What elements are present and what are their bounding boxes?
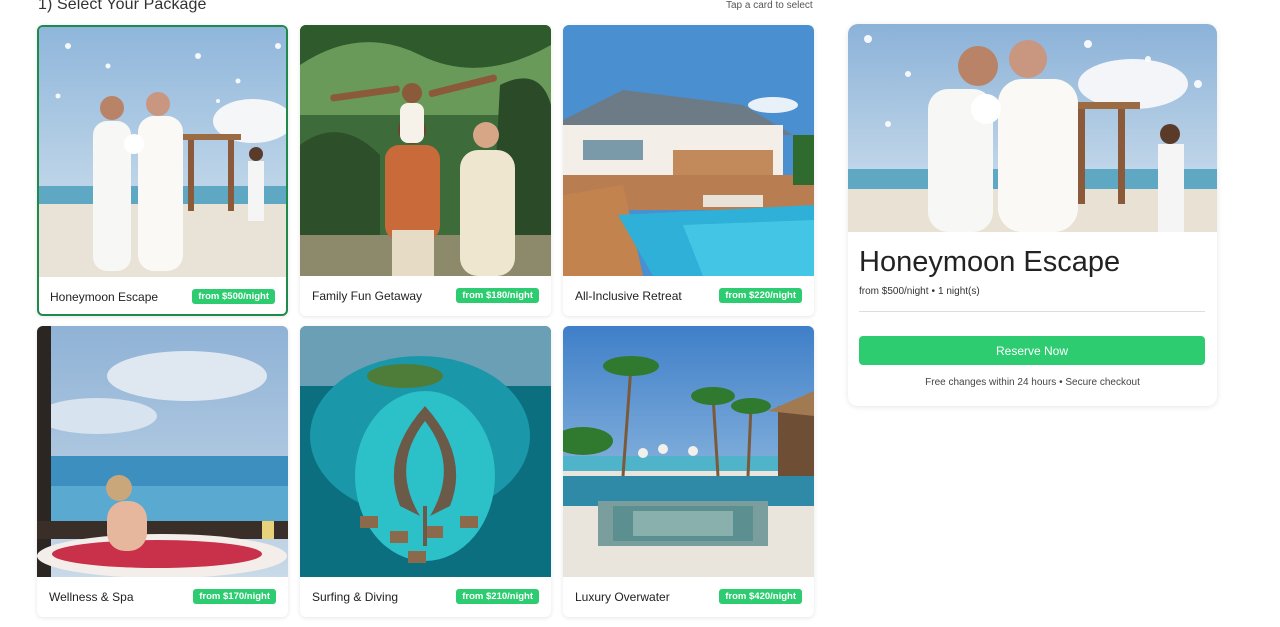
- package-name: Luxury Overwater: [575, 590, 670, 604]
- package-image: [563, 326, 814, 577]
- package-image: [563, 25, 814, 276]
- price-badge: from $210/night: [456, 589, 539, 604]
- package-name: Family Fun Getaway: [312, 289, 423, 303]
- meta-separator: •: [931, 286, 936, 297]
- package-image: [300, 25, 551, 276]
- package-image: [300, 326, 551, 577]
- package-name: All-Inclusive Retreat: [575, 289, 682, 303]
- package-card-family[interactable]: Family Fun Getaway from $180/night: [300, 25, 551, 316]
- summary-nights: 1 night(s): [938, 286, 980, 297]
- summary-price: from $500/night: [859, 286, 929, 297]
- package-image: [39, 27, 286, 277]
- reserve-now-button[interactable]: Reserve Now: [859, 336, 1205, 365]
- summary-title: Honeymoon Escape: [859, 246, 1121, 278]
- package-image: [37, 326, 288, 577]
- package-card-wellness[interactable]: Wellness & Spa from $170/night: [37, 326, 288, 617]
- summary-hero-image: [848, 24, 1217, 232]
- package-name: Wellness & Spa: [49, 590, 134, 604]
- section-hint: Tap a card to select: [726, 0, 813, 11]
- package-card-honeymoon[interactable]: Honeymoon Escape from $500/night: [37, 25, 288, 316]
- section-title: 1) Select Your Package: [38, 0, 207, 13]
- price-badge: from $500/night: [192, 289, 275, 304]
- package-card-surfing[interactable]: Surfing & Diving from $210/night: [300, 326, 551, 617]
- price-badge: from $220/night: [719, 288, 802, 303]
- price-badge: from $170/night: [193, 589, 276, 604]
- summary-meta: from $500/night • 1 night(s): [859, 286, 980, 297]
- package-selection-page: 1) Select Your Package Tap a card to sel…: [0, 0, 1280, 627]
- package-card-luxury-overwater[interactable]: Luxury Overwater from $420/night: [563, 326, 814, 617]
- package-summary-panel: Honeymoon Escape from $500/night • 1 night…: [848, 24, 1217, 406]
- package-name: Surfing & Diving: [312, 590, 399, 604]
- checkout-note: Free changes within 24 hours • Secure ch…: [925, 377, 1140, 388]
- package-card-all-inclusive[interactable]: All-Inclusive Retreat from $220/night: [563, 25, 814, 316]
- package-grid: Honeymoon Escape from $500/night Family …: [37, 25, 814, 617]
- price-badge: from $180/night: [456, 288, 539, 303]
- summary-divider: [859, 311, 1205, 312]
- package-name: Honeymoon Escape: [50, 290, 159, 304]
- price-badge: from $420/night: [719, 589, 802, 604]
